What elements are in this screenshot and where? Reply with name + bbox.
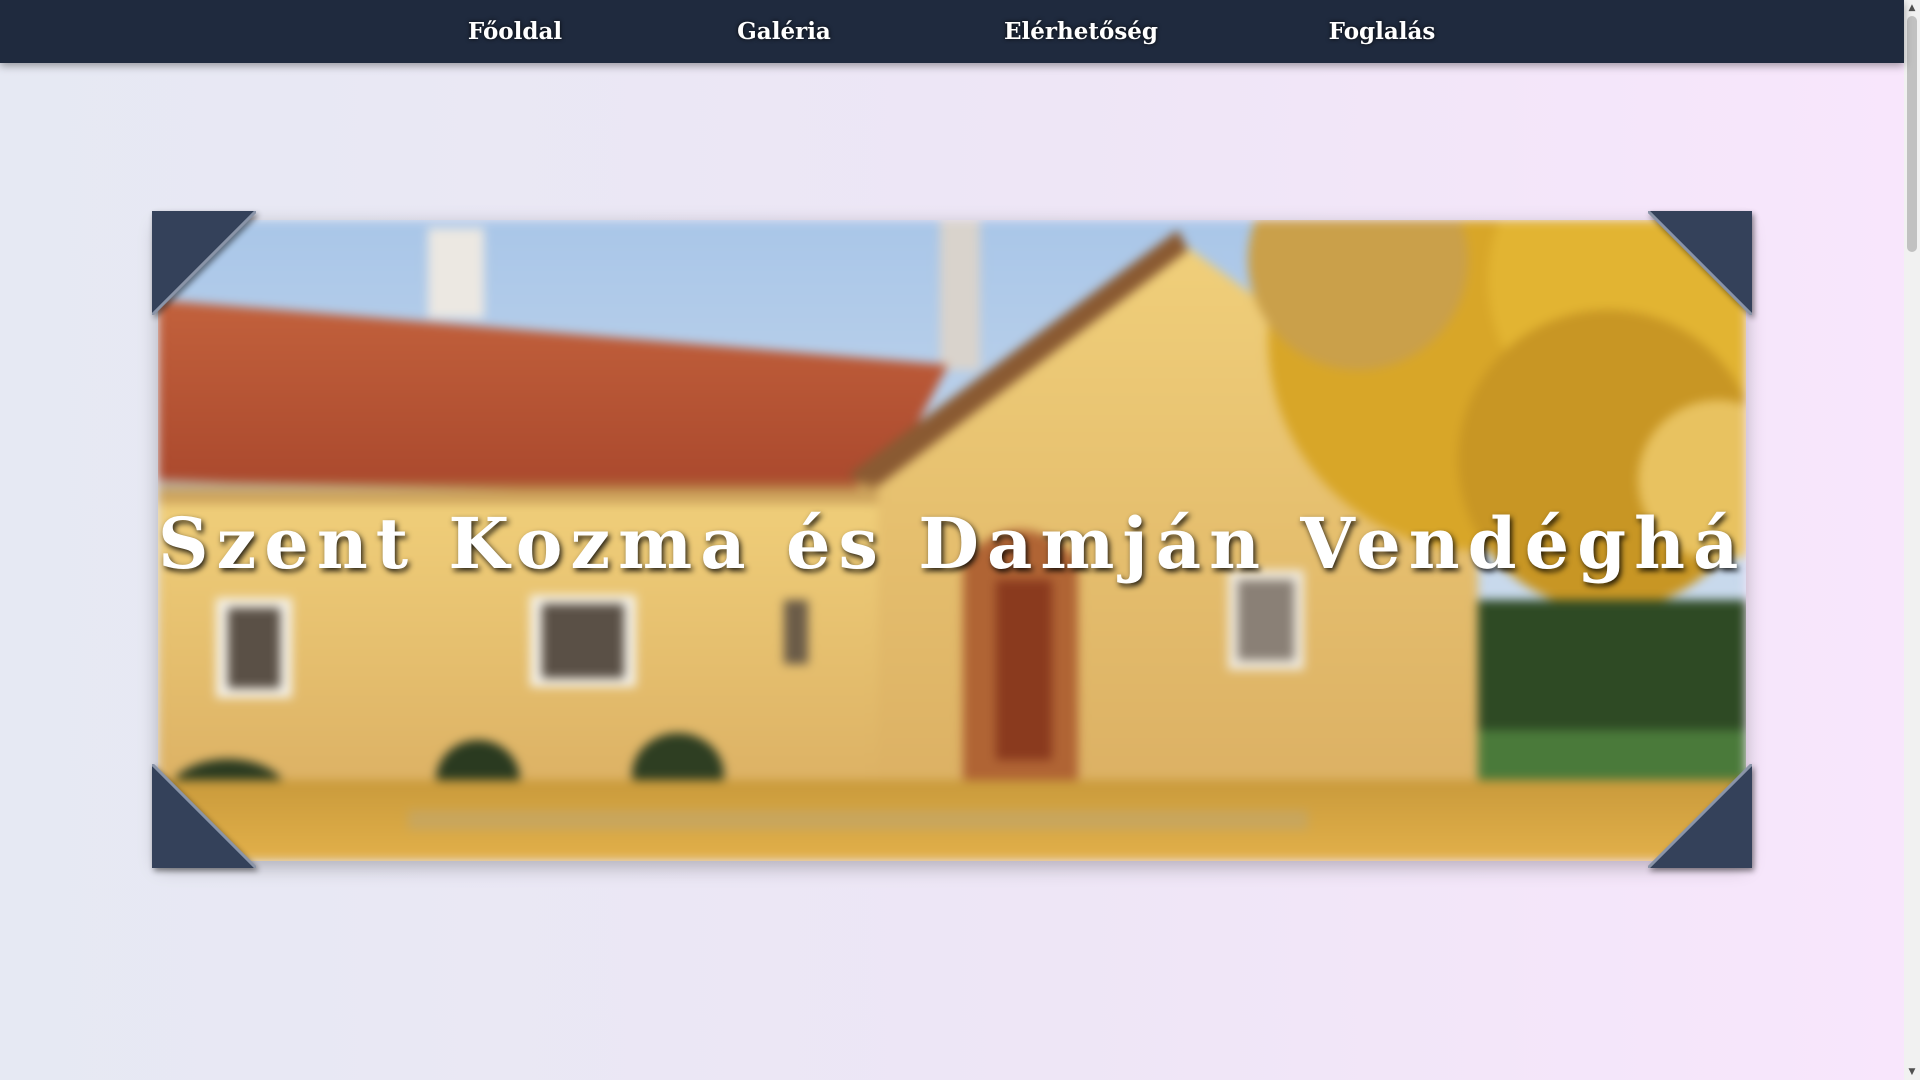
site-title: Szent Kozma és Damján Vendégház bbox=[158, 502, 1746, 585]
nav-link-gallery[interactable]: Galéria bbox=[737, 0, 831, 63]
triangle-up-icon[interactable]: ▲ bbox=[1904, 0, 1920, 16]
hero-banner: Szent Kozma és Damján Vendégház bbox=[158, 220, 1746, 861]
photo-corner-top-right bbox=[1648, 211, 1752, 315]
main-navigation: Főoldal Galéria Elérhetőség Foglalás bbox=[0, 0, 1904, 63]
nav-link-booking[interactable]: Foglalás bbox=[1329, 0, 1436, 63]
vertical-scrollbar[interactable]: ▲ ▼ bbox=[1904, 0, 1920, 1080]
photo-corner-top-left bbox=[152, 211, 256, 315]
photo-corner-bottom-left bbox=[152, 764, 256, 868]
nav-link-home[interactable]: Főoldal bbox=[468, 0, 562, 63]
triangle-down-icon[interactable]: ▼ bbox=[1904, 1064, 1920, 1080]
nav-link-contact[interactable]: Elérhetőség bbox=[1004, 0, 1158, 63]
scrollbar-thumb[interactable] bbox=[1907, 16, 1917, 252]
photo-corner-bottom-right bbox=[1648, 764, 1752, 868]
